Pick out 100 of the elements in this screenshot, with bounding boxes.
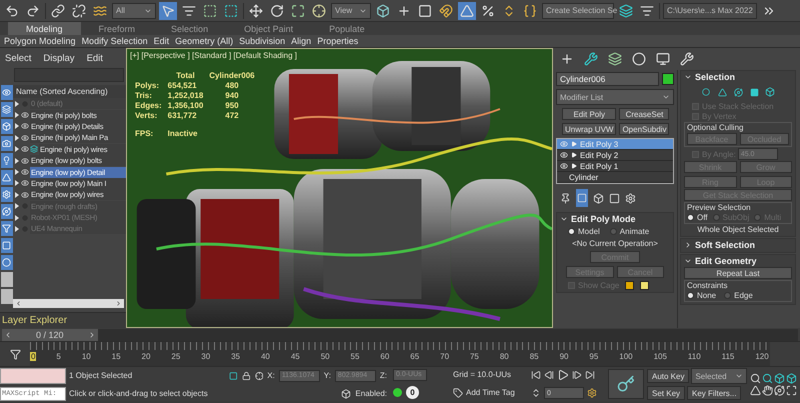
preview-radio[interactable]: Off bbox=[687, 213, 708, 222]
project-path-dropdown[interactable]: C:\Users\e...s Max 2022 bbox=[663, 2, 757, 18]
modifier-stack-item[interactable]: Edit Poly 3 bbox=[557, 139, 673, 150]
modifier-button[interactable]: Unwrap UVW bbox=[562, 123, 616, 135]
key-mode-dropdown[interactable]: Selected bbox=[691, 368, 748, 384]
operation-label: <No Current Operation> bbox=[571, 239, 659, 248]
explorer-menu-item[interactable]: Edit bbox=[86, 52, 103, 64]
grid-size: Grid = 10.0-UUs bbox=[453, 370, 512, 380]
pin-icon bbox=[560, 192, 571, 204]
eye-icon[interactable] bbox=[20, 190, 29, 199]
display-tab-icon[interactable] bbox=[654, 50, 672, 68]
rollout-title[interactable]: Edit Geometry bbox=[695, 256, 757, 266]
eye-icon[interactable] bbox=[20, 134, 29, 142]
eye-icon[interactable] bbox=[20, 168, 29, 176]
show-end-result-icon[interactable] bbox=[576, 189, 588, 207]
ribbon-panel-button[interactable]: Polygon Modeling bbox=[4, 36, 76, 46]
mode-radio[interactable]: Model bbox=[568, 227, 600, 236]
modifier-stack-item[interactable]: Edit Poly 1 bbox=[557, 161, 673, 172]
maximize-icon bbox=[786, 384, 798, 396]
listener-field[interactable] bbox=[0, 368, 66, 384]
collapse-icon[interactable] bbox=[560, 215, 568, 223]
frame-number: 15 bbox=[110, 352, 122, 361]
move-icon[interactable] bbox=[247, 2, 265, 20]
time-slider[interactable]: 0 / 120 bbox=[2, 328, 98, 340]
unlink-icon[interactable] bbox=[70, 2, 88, 20]
explorer-menu-item[interactable]: Display bbox=[43, 52, 75, 64]
z-label: Z: bbox=[380, 371, 388, 380]
object-color-swatch[interactable] bbox=[662, 73, 674, 85]
eye-icon[interactable] bbox=[20, 156, 29, 165]
ribbon-panel-button[interactable]: Modify Selection bbox=[82, 36, 148, 46]
modifier-stack-item[interactable]: Cylinder bbox=[557, 172, 673, 183]
cage-color-swatch[interactable] bbox=[640, 281, 650, 290]
ribbon-panel-button[interactable]: Properties bbox=[317, 36, 358, 46]
modifier-button[interactable]: OpenSubdiv bbox=[619, 123, 670, 135]
frame-number: 5 bbox=[55, 352, 62, 361]
rollout-title[interactable]: Edit Poly Mode bbox=[571, 214, 636, 224]
collapse-icon[interactable] bbox=[684, 257, 692, 265]
set-key-button[interactable]: Set Key bbox=[647, 386, 686, 400]
zoom-icon bbox=[750, 372, 762, 384]
track-bar[interactable]: 0 5 10 15 20 25 30 35 40 45 50 55 60 65 70 75 80 85 90 95 100 105 110 115 120 bbox=[30, 342, 770, 366]
collapse-icon[interactable] bbox=[684, 73, 692, 81]
scroll-right-icon[interactable] bbox=[115, 300, 122, 307]
horizontal-scrollbar[interactable] bbox=[13, 299, 124, 308]
modifier-list-dropdown[interactable]: Modifier List bbox=[556, 89, 674, 105]
add-time-tag[interactable]: Add Time Tag bbox=[466, 388, 515, 398]
constraint-radio[interactable]: Edge bbox=[724, 291, 753, 300]
cage-color-swatch[interactable] bbox=[625, 281, 634, 290]
eye-icon[interactable] bbox=[20, 179, 29, 188]
angle-snap-icon[interactable] bbox=[458, 2, 476, 20]
select-object-icon[interactable] bbox=[159, 2, 177, 20]
stats-value: 1,252,018 bbox=[168, 91, 204, 101]
stats-value: 631,772 bbox=[168, 111, 198, 121]
eye-icon[interactable] bbox=[20, 122, 29, 130]
key-filters-button[interactable]: Key Filters... bbox=[687, 386, 742, 400]
group-title: Optional Culling bbox=[687, 123, 744, 132]
repeat-last-button[interactable]: Repeat Last bbox=[684, 267, 792, 279]
ribbon-tab[interactable]: Selection bbox=[153, 22, 226, 35]
link-icon[interactable] bbox=[49, 2, 67, 20]
utilities-tab-icon[interactable] bbox=[678, 50, 696, 68]
ribbon-tab[interactable]: Object Paint bbox=[226, 22, 312, 35]
reference-coordinate-dropdown[interactable]: View bbox=[331, 2, 371, 18]
modify-tab-icon[interactable] bbox=[582, 50, 600, 68]
stats-label: Tris: bbox=[135, 91, 153, 101]
expand-icon[interactable] bbox=[684, 241, 692, 249]
caret-icon bbox=[735, 372, 744, 380]
ribbon-panel-button[interactable]: Edit bbox=[154, 36, 170, 46]
go-to-start-icon bbox=[531, 370, 541, 380]
ribbon-panel-button[interactable]: Geometry (All) bbox=[175, 36, 234, 46]
frame-number: 45 bbox=[290, 352, 301, 361]
set-key-icon[interactable] bbox=[608, 369, 644, 399]
ribbon-tab[interactable]: Freeform bbox=[80, 22, 154, 35]
ribbon-panel-button[interactable]: Subdivision bbox=[239, 36, 286, 46]
mode-radio[interactable]: Animate bbox=[610, 227, 650, 236]
rollout-title[interactable]: Selection bbox=[695, 72, 736, 82]
object-name-field[interactable]: Cylinder006 bbox=[556, 72, 659, 86]
previous-icon[interactable] bbox=[4, 330, 12, 338]
ribbon-tab[interactable]: Modeling bbox=[8, 22, 81, 35]
explorer-menu-item[interactable]: Select bbox=[5, 52, 32, 64]
modifier-stack-item[interactable]: Edit Poly 2 bbox=[557, 150, 673, 161]
scroll-left-icon[interactable] bbox=[15, 300, 22, 307]
snap-icon[interactable] bbox=[437, 2, 455, 20]
selection-count: 1 Object Selected bbox=[69, 370, 134, 380]
lock-icon bbox=[242, 370, 250, 380]
stats-header: Total bbox=[175, 71, 196, 81]
stats-value: 472 bbox=[224, 111, 240, 121]
orbit-icon bbox=[774, 384, 786, 396]
modifier-button[interactable]: Edit Poly bbox=[562, 108, 616, 120]
ribbon-tab[interactable]: Populate bbox=[311, 22, 383, 35]
eye-icon[interactable] bbox=[20, 145, 29, 154]
column-header[interactable]: Name (Sorted Ascending) bbox=[13, 85, 126, 98]
auto-key-button[interactable]: Auto Key bbox=[647, 369, 690, 383]
stats-value: 940 bbox=[224, 91, 240, 101]
eye-icon[interactable] bbox=[20, 111, 29, 120]
viewport-label[interactable]: [+] [Perspective ] [Standard ] [Default Shading ] bbox=[130, 51, 297, 60]
constraint-radio[interactable]: None bbox=[687, 291, 716, 300]
viewport[interactable]: [+] [Perspective ] [Standard ] [Default Shading ] Total Cylinder006 Polys: 654,521 480 Tris: 1,252,018 940 Edges: 1,356,100 950 Verts: 631,772 472 FPS: Inactive bbox=[126, 48, 553, 328]
eye-icon bbox=[560, 151, 568, 159]
modifier-button[interactable]: CreaseSet bbox=[619, 108, 670, 120]
selection-filter-dropdown[interactable]: All bbox=[112, 2, 156, 18]
ribbon-panel-button[interactable]: Align bbox=[291, 36, 312, 46]
